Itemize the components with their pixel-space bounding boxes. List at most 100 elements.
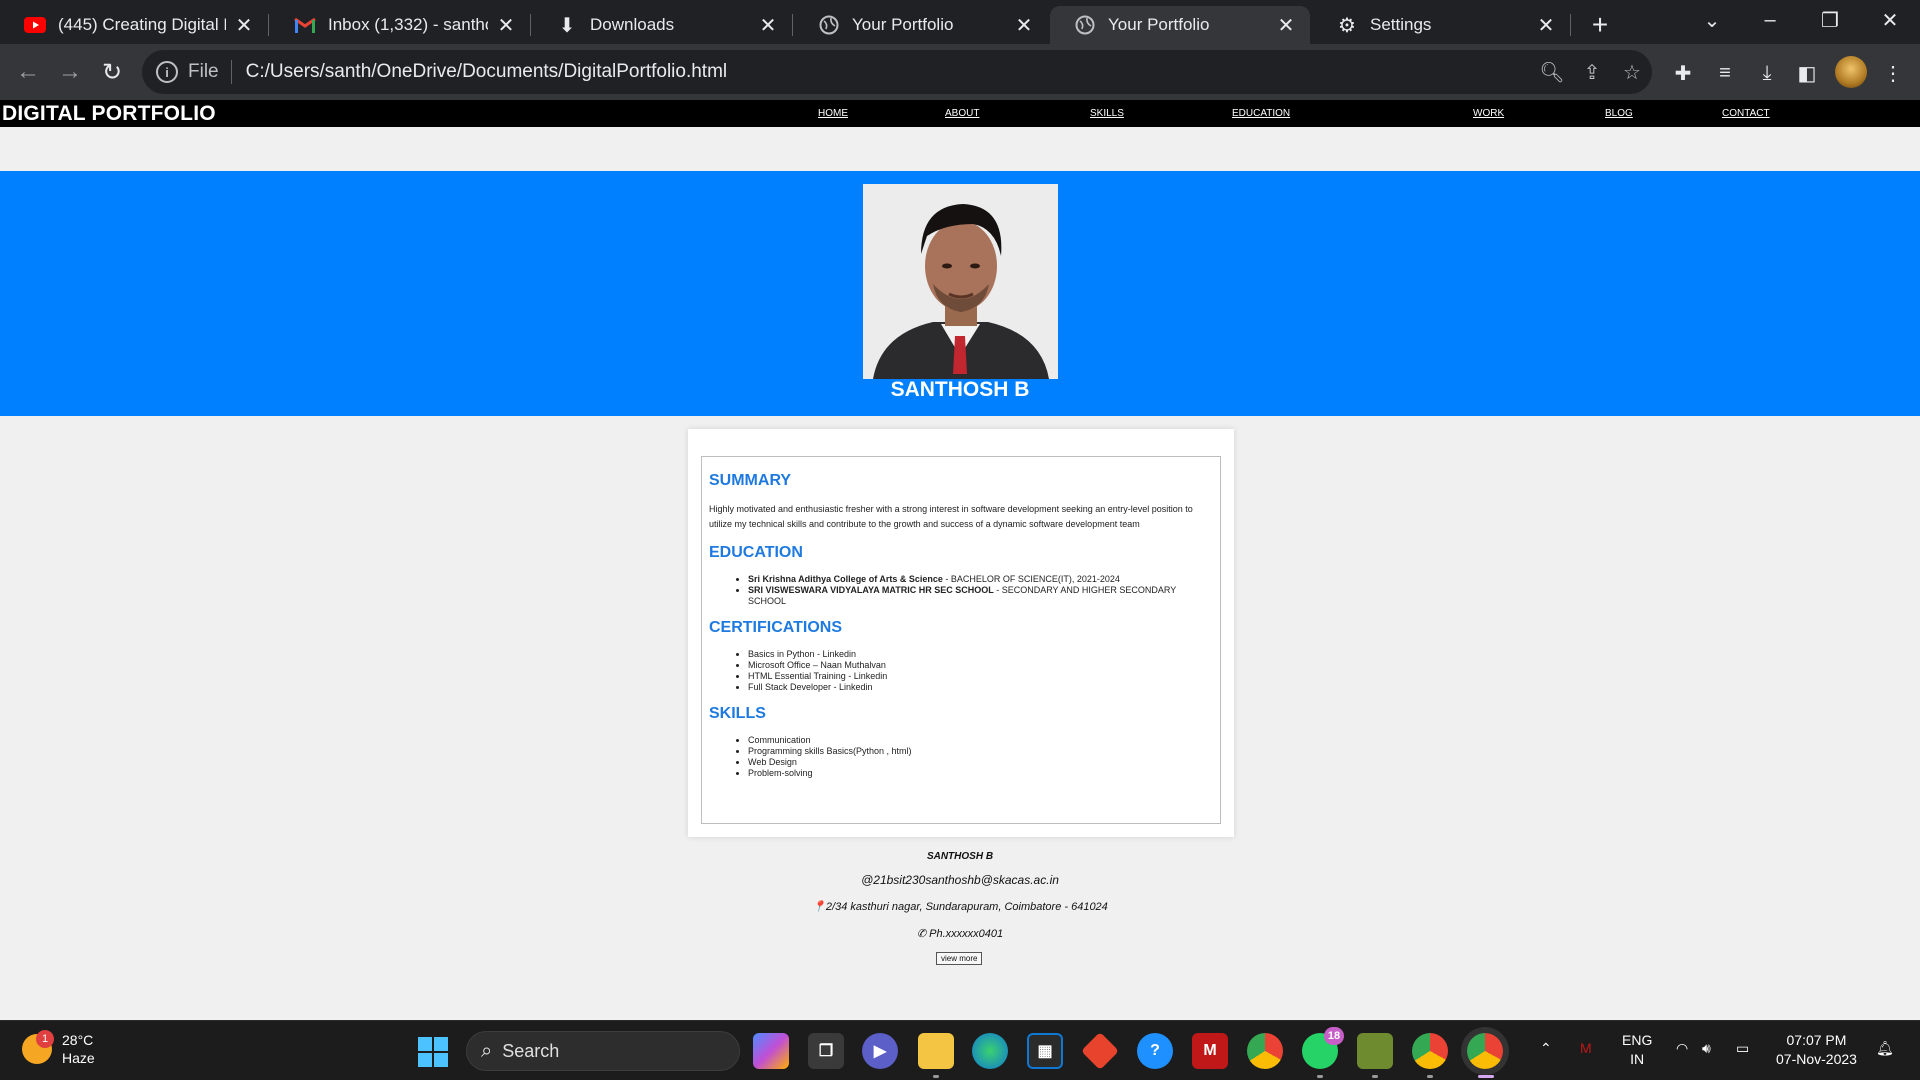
new-tab-button[interactable]: + (1585, 9, 1615, 40)
downloads-icon[interactable]: ⤓ (1750, 56, 1784, 90)
close-icon[interactable]: ✕ (1012, 13, 1036, 37)
tab-divider (792, 14, 793, 36)
file-explorer-icon[interactable] (918, 1033, 954, 1069)
reload-icon[interactable]: ↻ (94, 54, 130, 90)
view-more-button[interactable]: view more (936, 952, 983, 965)
close-icon[interactable]: ✕ (494, 13, 518, 37)
nav-link-home[interactable]: HOME (818, 108, 848, 119)
media-control-icon[interactable]: ≡ (1708, 56, 1742, 90)
taskbar-search[interactable]: ⌕ Search (466, 1031, 740, 1071)
language-line2: IN (1630, 1051, 1645, 1067)
footer-phone: ✆ Ph.xxxxxx0401 (916, 928, 1004, 940)
close-icon[interactable]: ✕ (756, 13, 780, 37)
hero-banner: SANTHOSH B (0, 171, 1920, 416)
edge-browser-icon[interactable] (972, 1033, 1008, 1069)
tab-portfolio-1[interactable]: Your Portfolio ✕ (794, 6, 1048, 44)
extensions-puzzle-icon[interactable]: ✚ (1666, 56, 1700, 90)
meet-chat-icon[interactable]: ▶ (862, 1033, 898, 1069)
minimize-button[interactable]: – (1742, 0, 1798, 40)
site-logo: DIGITAL PORTFOLIO (2, 102, 216, 125)
tab-portfolio-2[interactable]: Your Portfolio ✕ (1050, 6, 1310, 44)
search-icon: ⌕ (481, 1039, 493, 1062)
footer-address: 📍2/34 kasthuri nagar, Sundarapuram, Coim… (812, 901, 1108, 913)
store-icon[interactable]: ▦ (1027, 1033, 1063, 1069)
globe-icon (1074, 14, 1096, 36)
chrome-profile-icon[interactable] (1412, 1033, 1448, 1069)
skills-list: Communication Programming skills Basics(… (709, 735, 1213, 779)
restore-button[interactable]: ❐ (1802, 0, 1858, 40)
tray-chevron-icon[interactable]: ⌃ (1540, 1039, 1552, 1058)
list-item: HTML Essential Training - Linkedin (748, 671, 1213, 682)
resume-content: SUMMARY Highly motivated and enthusiasti… (701, 456, 1221, 824)
forward-arrow-icon[interactable]: → (52, 54, 88, 90)
share-icon[interactable]: ⇪ (1572, 50, 1612, 94)
menu-kebab-icon[interactable]: ⋮ (1876, 56, 1910, 90)
mcafee-tray-icon[interactable]: M (1580, 1039, 1592, 1058)
tab-title: (445) Creating Digital Por (58, 15, 226, 34)
weather-widget[interactable]: 1 28°C Haze (22, 1030, 95, 1067)
gmail-icon (294, 14, 316, 36)
clock-date: 07-Nov-2023 (1776, 1051, 1857, 1067)
page-viewport: DIGITAL PORTFOLIO HOME ABOUT SKILLS EDUC… (0, 100, 1920, 1020)
chrome-icon[interactable] (1247, 1033, 1283, 1069)
wifi-icon[interactable]: ◠ (1676, 1039, 1688, 1058)
zoom-icon[interactable]: 🔍︎ (1532, 50, 1572, 94)
bookmark-star-icon[interactable]: ☆ (1612, 50, 1652, 94)
side-panel-icon[interactable]: ◧ (1790, 56, 1824, 90)
notification-badge: 1 (36, 1030, 54, 1048)
nav-link-skills[interactable]: SKILLS (1090, 108, 1124, 119)
tab-title: Your Portfolio (1108, 15, 1210, 34)
notepad-app-icon[interactable] (1357, 1033, 1393, 1069)
school-name: Sri Krishna Adithya College of Arts & Sc… (748, 574, 943, 584)
nav-link-work[interactable]: WORK (1473, 108, 1504, 119)
list-item: SRI VISWESWARA VIDYALAYA MATRIC HR SEC S… (748, 585, 1213, 607)
task-view-icon[interactable]: ❐ (808, 1033, 844, 1069)
nav-link-about[interactable]: ABOUT (945, 108, 979, 119)
chrome-active-icon[interactable] (1467, 1033, 1503, 1069)
list-item: Sri Krishna Adithya College of Arts & Sc… (748, 574, 1213, 585)
tab-strip: (445) Creating Digital Por ✕ Inbox (1,33… (0, 0, 1920, 44)
tab-search-chevron-icon[interactable]: ⌄ (1684, 0, 1740, 40)
tab-divider (1570, 14, 1571, 36)
whatsapp-icon[interactable]: 18 (1302, 1027, 1344, 1069)
battery-icon[interactable]: ▭ (1736, 1039, 1749, 1058)
tab-divider (268, 14, 269, 36)
resume-card: SUMMARY Highly motivated and enthusiasti… (688, 429, 1234, 837)
close-icon[interactable]: ✕ (232, 13, 256, 37)
tab-settings[interactable]: ⚙ Settings ✕ (1312, 6, 1570, 44)
address-bar[interactable]: i File C:/Users/santh/OneDrive/Documents… (142, 50, 1652, 94)
nav-link-contact[interactable]: CONTACT (1722, 108, 1770, 119)
url-text[interactable]: C:/Users/santh/OneDrive/Documents/Digita… (246, 61, 728, 83)
nav-link-education[interactable]: EDUCATION (1232, 108, 1290, 119)
clock-time: 07:07 PM (1786, 1032, 1847, 1048)
volume-icon[interactable]: 🔊︎ (1702, 1039, 1711, 1058)
profile-avatar[interactable] (1835, 56, 1867, 88)
close-icon[interactable]: ✕ (1274, 13, 1298, 37)
info-icon[interactable]: i (156, 61, 178, 83)
gear-icon: ⚙ (1338, 14, 1356, 37)
copilot-app-icon[interactable] (753, 1033, 789, 1069)
close-window-button[interactable]: ✕ (1862, 0, 1918, 40)
back-arrow-icon[interactable]: ← (10, 54, 46, 90)
tab-youtube[interactable]: (445) Creating Digital Por ✕ (0, 6, 268, 44)
tab-title: Downloads (590, 15, 675, 34)
profile-photo (863, 184, 1058, 379)
clock[interactable]: 07:07 PM 07-Nov-2023 (1776, 1031, 1857, 1069)
tab-downloads[interactable]: ⬇ Downloads ✕ (532, 6, 792, 44)
tab-gmail[interactable]: Inbox (1,332) - santhoshs ✕ (270, 6, 530, 44)
list-item: Full Stack Developer - Linkedin (748, 682, 1213, 693)
notification-bell-icon[interactable]: 🔔︎ (1876, 1039, 1894, 1058)
anydesk-icon[interactable] (1080, 1031, 1120, 1071)
globe-icon (818, 14, 840, 36)
education-list: Sri Krishna Adithya College of Arts & Sc… (709, 574, 1213, 607)
language-indicator[interactable]: ENG IN (1622, 1031, 1652, 1069)
tab-title: Inbox (1,332) - santhoshs (328, 15, 488, 34)
tab-title: Your Portfolio (852, 15, 954, 34)
close-icon[interactable]: ✕ (1534, 13, 1558, 37)
windows-start-icon[interactable] (418, 1037, 448, 1067)
help-icon[interactable]: ? (1137, 1033, 1173, 1069)
taskbar: 1 28°C Haze ⌕ Search ❐ ▶ ▦ ? M 18 ⌃ M EN… (0, 1020, 1920, 1080)
nav-link-blog[interactable]: BLOG (1605, 108, 1633, 119)
list-item: Communication (748, 735, 1213, 746)
mcafee-shield-icon[interactable]: M (1192, 1033, 1228, 1069)
